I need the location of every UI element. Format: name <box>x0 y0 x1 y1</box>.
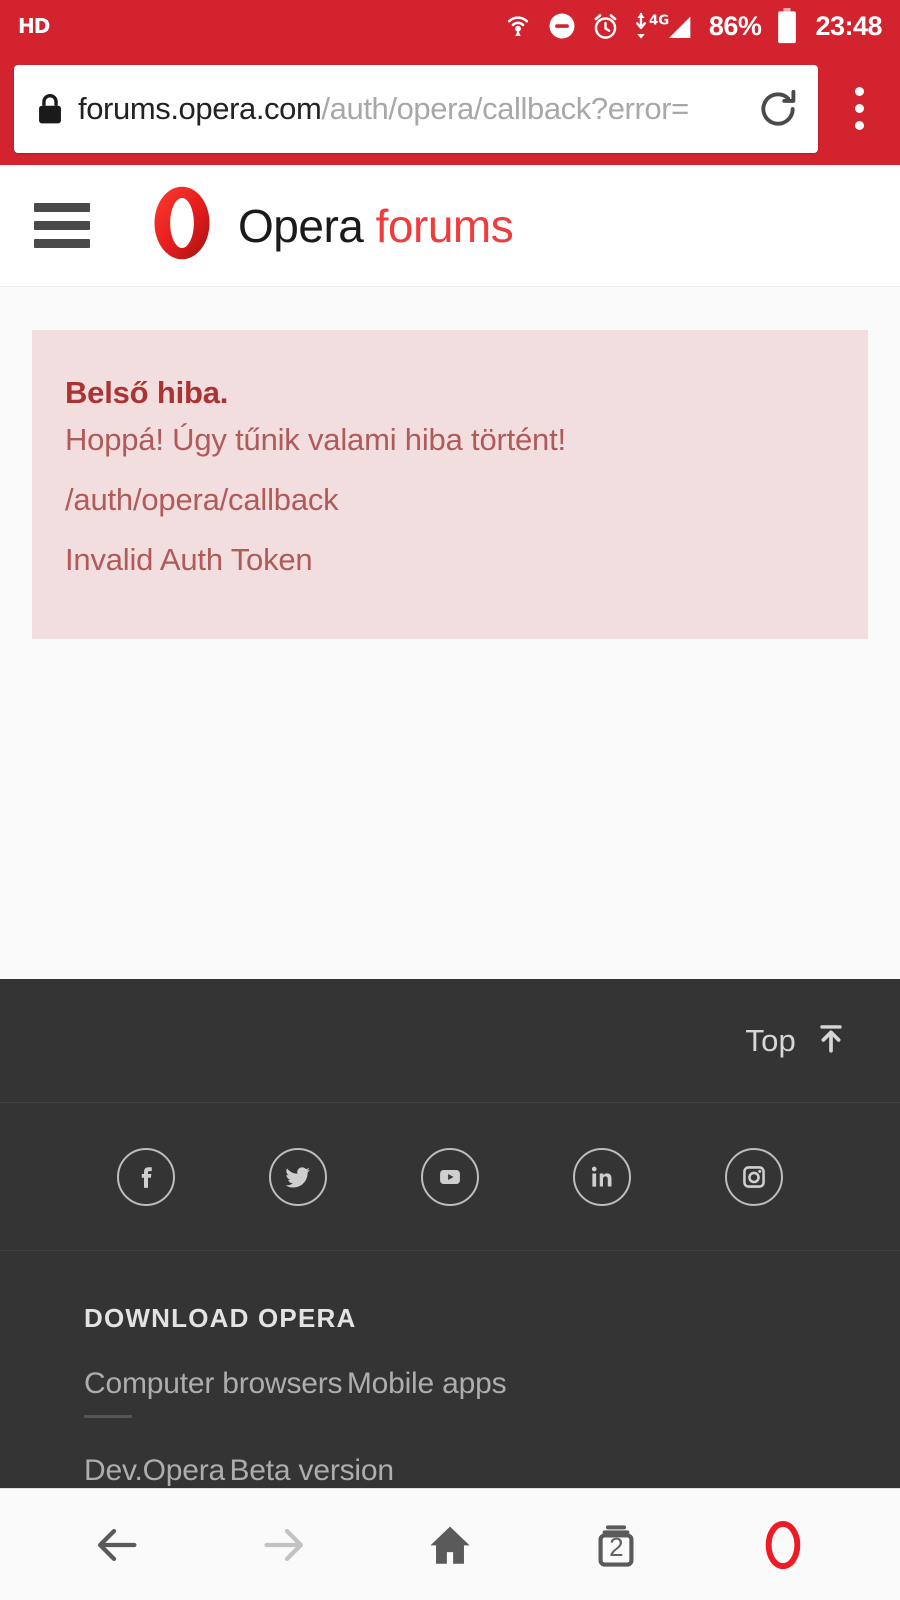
back-arrow-icon[interactable] <box>62 1490 172 1600</box>
facebook-icon[interactable] <box>117 1147 175 1206</box>
brand-text: Opera forums <box>238 199 514 253</box>
brand-secondary: forums <box>375 199 514 252</box>
url-path: /auth/opera/callback?error= <box>321 90 689 126</box>
url-domain: forums.opera.com <box>78 90 322 126</box>
status-bar-icons: 4G 86% 23:48 <box>502 8 882 44</box>
error-path: /auth/opera/callback <box>65 482 339 517</box>
hd-indicator: HD <box>18 14 50 38</box>
kebab-menu-icon[interactable] <box>818 87 900 130</box>
footer-link-mobile-apps[interactable]: Mobile apps <box>347 1367 507 1400</box>
social-links <box>0 1103 900 1251</box>
error-detail: Invalid Auth Token <box>65 542 313 577</box>
error-title: Belső hiba. <box>65 375 229 410</box>
site-footer: Top DOWNLOAD OPERA Computer browsers Mob… <box>0 979 900 1488</box>
brand-primary: Opera <box>238 199 364 252</box>
error-alert: Belső hiba. Hoppá! Úgy tűnik valami hiba… <box>32 330 868 639</box>
top-label: Top <box>745 1022 796 1058</box>
youtube-icon[interactable] <box>421 1147 479 1206</box>
twitter-icon[interactable] <box>269 1147 327 1206</box>
forward-arrow-icon[interactable] <box>229 1490 339 1600</box>
mobile-data-4g-icon: 4G <box>634 10 696 42</box>
back-to-top[interactable]: Top <box>0 979 900 1103</box>
browser-toolbar: forums.opera.com/auth/opera/callback?err… <box>0 52 900 165</box>
svg-text:4G: 4G <box>649 14 669 29</box>
hamburger-menu-icon[interactable] <box>34 203 90 248</box>
address-bar[interactable]: forums.opera.com/auth/opera/callback?err… <box>14 64 818 153</box>
footer-link-computer-browsers[interactable]: Computer browsers <box>84 1367 343 1400</box>
footer-link-dev-opera[interactable]: Dev.Opera <box>84 1454 225 1487</box>
hotspot-icon <box>502 10 534 42</box>
site-brand[interactable]: Opera forums <box>142 183 514 268</box>
alarm-clock-icon <box>590 11 621 42</box>
status-bar: HD 4G 86% 23:48 <box>0 0 900 52</box>
linkedin-icon[interactable] <box>573 1147 631 1206</box>
arrow-to-top-icon <box>814 1021 848 1060</box>
url-text[interactable]: forums.opera.com/auth/opera/callback?err… <box>78 91 738 127</box>
clock-time: 23:48 <box>815 10 882 41</box>
lock-icon <box>36 93 64 125</box>
error-message: Hoppá! Úgy tűnik valami hiba történt! <box>65 422 566 457</box>
battery-icon <box>774 8 800 44</box>
opera-logo-icon <box>142 183 222 268</box>
download-heading: DOWNLOAD OPERA <box>84 1303 357 1333</box>
tabs-icon[interactable]: 2 <box>561 1490 671 1600</box>
instagram-icon[interactable] <box>725 1147 783 1206</box>
footer-link-beta-version[interactable]: Beta version <box>230 1454 395 1487</box>
page-content: Belső hiba. Hoppá! Úgy tűnik valami hiba… <box>0 287 900 979</box>
reload-icon[interactable] <box>752 87 800 131</box>
footer-divider <box>84 1415 132 1418</box>
browser-bottom-nav: 2 <box>0 1488 900 1600</box>
footer-links: DOWNLOAD OPERA Computer browsers Mobile … <box>0 1251 900 1488</box>
site-header: Opera forums <box>0 165 900 287</box>
home-icon[interactable] <box>395 1490 505 1600</box>
battery-percent: 86% <box>708 10 762 41</box>
do-not-disturb-icon <box>547 11 577 41</box>
opera-logo-icon[interactable] <box>728 1490 838 1600</box>
phone-screen: HD 4G 86% 23:48 forums.opera.com/auth/op… <box>0 0 900 1600</box>
tab-count: 2 <box>609 1532 624 1562</box>
